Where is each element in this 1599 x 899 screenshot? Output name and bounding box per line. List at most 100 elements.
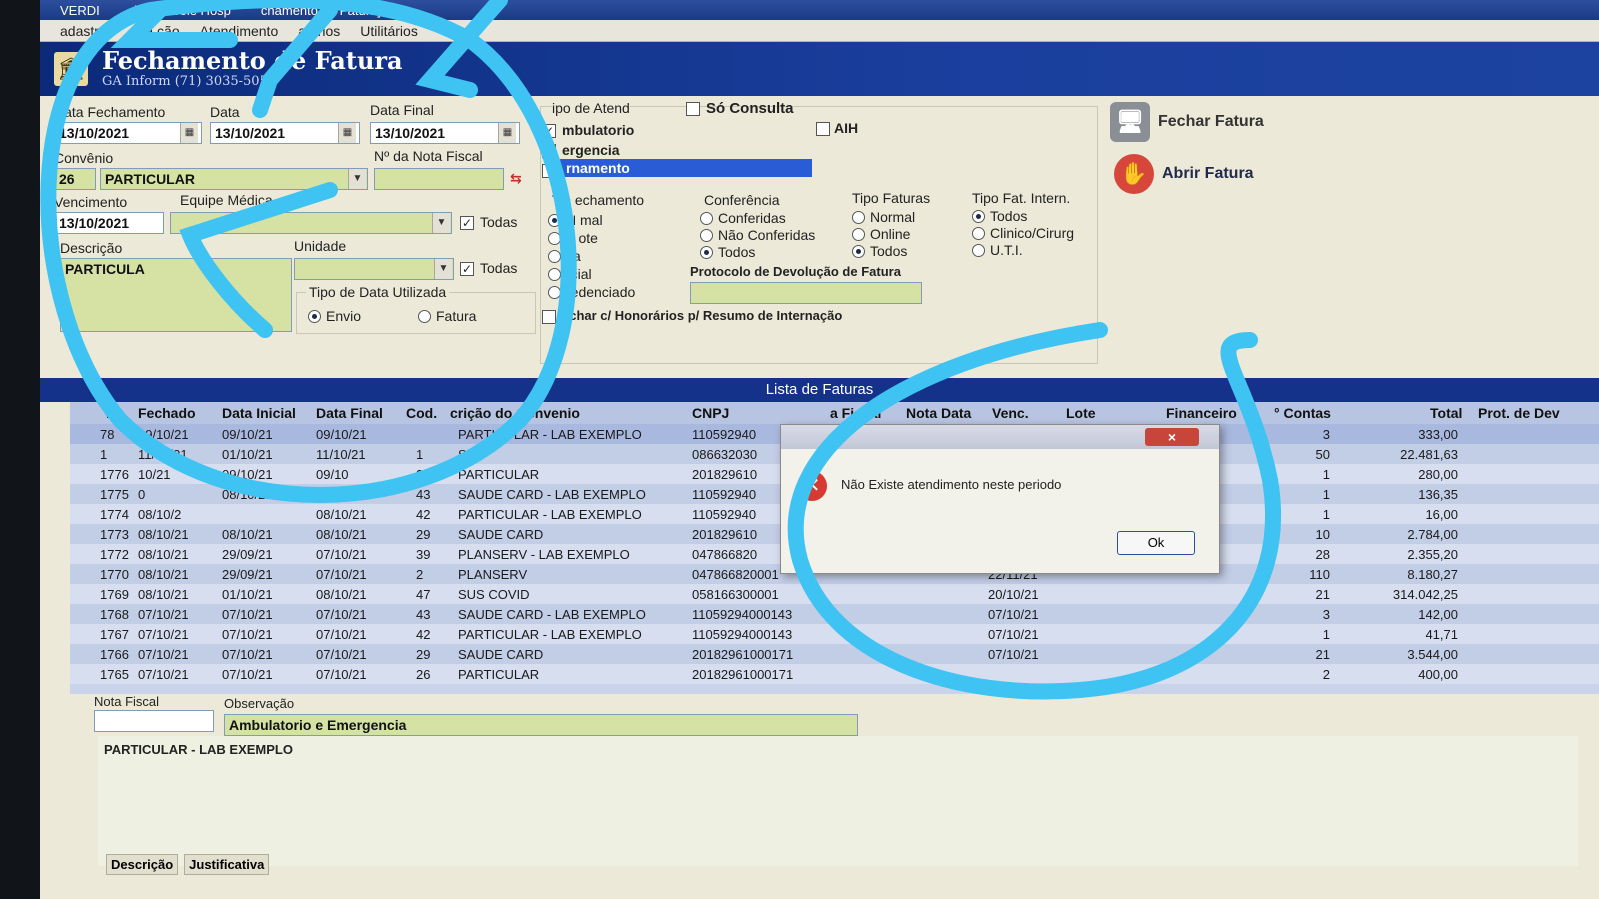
tab-justificativa[interactable]: Justificativa xyxy=(184,854,270,875)
radio-intern-uti[interactable] xyxy=(972,244,985,257)
cell-fim: 11/10/21 xyxy=(316,447,366,462)
col-nota-fiscal[interactable]: a Fiscal xyxy=(830,405,881,421)
abrir-fatura-button[interactable]: ✋ Abrir Fatura xyxy=(1114,154,1254,194)
cell-contas: 1 xyxy=(1322,487,1330,502)
cell-total: 22.481,63 xyxy=(1400,447,1458,462)
table-row[interactable]: 1768 07/10/21 07/10/21 07/10/21 43 SAUDE CARD… xyxy=(70,604,1599,624)
col-lote[interactable]: Lote xyxy=(1066,405,1096,421)
fech-opt-1: F ote xyxy=(566,230,598,246)
cell-cod: 29 xyxy=(416,647,431,662)
internamento-label[interactable]: rnamento xyxy=(560,159,812,177)
internamento-checkbox[interactable] xyxy=(542,164,556,178)
menu-atendimento[interactable]: Atendimento xyxy=(200,23,279,39)
dialog-close-button[interactable]: × xyxy=(1145,428,1199,446)
radio-fat-normal[interactable] xyxy=(852,211,865,224)
table-row[interactable]: 1767 07/10/21 07/10/21 07/10/21 42 PARTICULAR… xyxy=(70,624,1599,644)
fat-opt-1: Online xyxy=(870,226,911,242)
unidade-select[interactable] xyxy=(294,258,454,280)
vencimento-input[interactable]: 13/10/2021 xyxy=(54,212,164,234)
convenio-code-input[interactable]: 26 xyxy=(54,168,96,190)
col-data-final[interactable]: Data Final xyxy=(316,405,383,421)
radio-conf-todos[interactable] xyxy=(700,246,713,259)
todas-unidade-checkbox[interactable]: ✓ xyxy=(460,262,474,276)
cell-fim: 07/10/21 xyxy=(316,567,367,582)
radio-fatura[interactable] xyxy=(418,310,431,323)
col-fechado[interactable]: Fechado xyxy=(138,405,196,421)
chevron-down-icon[interactable]: ▼ xyxy=(348,169,366,189)
descricao-memo[interactable]: PARTICULAR - LAB EXEMPLO xyxy=(98,736,1578,866)
cell-fim: 07/10/21 xyxy=(316,547,367,562)
tab-descricao[interactable]: Descrição xyxy=(106,854,179,875)
protocolo-input[interactable] xyxy=(690,282,922,304)
emergencia-checkbox[interactable]: ✓ xyxy=(542,144,556,158)
nota-fiscal-footer-input[interactable] xyxy=(94,710,214,732)
chevron-down-icon[interactable]: ▼ xyxy=(432,213,450,233)
radio-fech-credenciado[interactable] xyxy=(548,286,561,299)
table-row[interactable]: 1769 08/10/21 01/10/21 08/10/21 47 SUS COVID 0… xyxy=(70,584,1599,604)
fechar-fatura-button[interactable]: 🖥 Fechar Fatura xyxy=(1110,102,1264,142)
col-cod[interactable]: Cod. xyxy=(406,405,437,421)
table-row[interactable]: 1766 07/10/21 07/10/21 07/10/21 29 SAUDE CARD… xyxy=(70,644,1599,664)
menu-cadastros[interactable]: adastros xyxy=(60,23,114,39)
cell-venc: 20/10/21 xyxy=(988,587,1039,602)
abrir-fatura-label: Abrir Fatura xyxy=(1162,165,1254,182)
col-total[interactable]: Total xyxy=(1430,405,1462,421)
radio-envio[interactable] xyxy=(308,310,321,323)
cell-fechado: 10/21 xyxy=(138,467,171,482)
cell-num: 1774 xyxy=(100,507,129,522)
cell-fim: 08/10/21 xyxy=(316,587,367,602)
cell-fim: 08/10/21 xyxy=(316,527,367,542)
cell-cod: 43 xyxy=(416,487,431,502)
cell-total: 314.042,25 xyxy=(1392,587,1458,602)
col-financeiro[interactable]: Financeiro xyxy=(1166,405,1237,421)
col-prot-dev[interactable]: Prot. de Dev xyxy=(1478,405,1560,421)
table-row[interactable]: 1765 07/10/21 07/10/21 07/10/21 26 PARTICULAR… xyxy=(70,664,1599,684)
col-cnpj[interactable]: CNPJ xyxy=(692,405,729,421)
lista-faturas-title: Lista de Faturas xyxy=(40,378,1599,402)
radio-fech-normal[interactable] xyxy=(548,214,561,227)
swap-icon[interactable]: ⇆ xyxy=(510,170,522,187)
conf-opt-1: Não Conferidas xyxy=(718,227,816,243)
col-venc[interactable]: Venc. xyxy=(992,405,1029,421)
tipo-faturas-label: Tipo Faturas xyxy=(852,190,931,206)
radio-fat-todos[interactable] xyxy=(852,245,865,258)
aih-checkbox[interactable] xyxy=(816,122,830,136)
tipo-data-label: Tipo de Data Utilizada xyxy=(306,284,450,300)
radio-fech-remessa[interactable] xyxy=(548,250,561,263)
dialog-ok-button[interactable]: Ok xyxy=(1117,531,1195,555)
menu-manutencao[interactable]: Ma ção xyxy=(134,23,180,39)
so-consulta-checkbox[interactable] xyxy=(686,102,700,116)
col-data-inicial[interactable]: Data Inicial xyxy=(222,405,296,421)
radio-intern-todos[interactable] xyxy=(972,210,985,223)
col-convenio[interactable]: crição do Convenio xyxy=(450,405,580,421)
honorarios-checkbox[interactable] xyxy=(542,310,556,324)
protocolo-label: Protocolo de Devolução de Fatura xyxy=(690,264,901,279)
radio-fech-parcial[interactable] xyxy=(548,268,561,281)
calendar-icon[interactable]: ▦ xyxy=(338,123,356,143)
col-contas[interactable]: ° Contas xyxy=(1274,405,1331,421)
convenio-select[interactable]: PARTICULAR xyxy=(100,168,368,190)
col-nota-data[interactable]: Nota Data xyxy=(906,405,971,421)
radio-nao-conferidas[interactable] xyxy=(700,229,713,242)
todas-equipe-checkbox[interactable]: ✓ xyxy=(460,216,474,230)
equipe-medica-select[interactable] xyxy=(170,212,452,234)
nota-fiscal-input[interactable] xyxy=(374,168,504,190)
calendar-icon[interactable]: ▦ xyxy=(180,123,198,143)
calendar-icon[interactable]: ▦ xyxy=(498,123,516,143)
observacao-input[interactable]: Ambulatorio e Emergencia xyxy=(224,714,858,736)
descricao-textarea[interactable]: PARTICULA xyxy=(60,258,292,332)
title-mid: de Controle Hosp xyxy=(129,2,231,18)
cell-total: 3.544,00 xyxy=(1407,647,1458,662)
menu-relatorios[interactable]: atórios xyxy=(298,23,340,39)
col-num[interactable]: m. xyxy=(106,405,122,421)
radio-fech-lote[interactable] xyxy=(548,232,561,245)
cell-total: 136,35 xyxy=(1418,487,1458,502)
menu-utilitarios[interactable]: Utilitários xyxy=(360,23,418,39)
radio-intern-clinico[interactable] xyxy=(972,227,985,240)
cell-venc: 07/10/21 xyxy=(988,627,1039,642)
radio-fat-online[interactable] xyxy=(852,228,865,241)
ambulatorio-checkbox[interactable]: ✓ xyxy=(542,124,556,138)
radio-conferidas[interactable] xyxy=(700,212,713,225)
tipo-atend-label: ipo de Atend xyxy=(552,100,630,116)
chevron-down-icon[interactable]: ▼ xyxy=(434,259,452,279)
